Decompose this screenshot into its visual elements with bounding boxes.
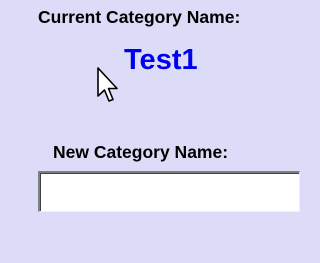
current-category-label: Current Category Name: <box>38 7 241 27</box>
mouse-pointer-icon <box>97 67 118 102</box>
current-category-value: Test1 <box>124 44 198 76</box>
rename-category-panel: Current Category Name: Test1 New Categor… <box>0 0 317 263</box>
new-category-label: New Category Name: <box>53 142 229 162</box>
new-category-name-input[interactable] <box>38 171 300 212</box>
